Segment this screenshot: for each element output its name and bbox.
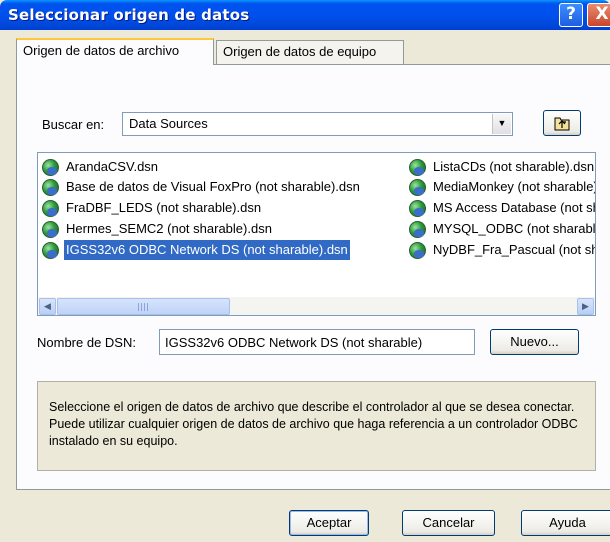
folder-up-icon: [554, 117, 570, 131]
window-title: Seleccionar origen de datos: [8, 6, 250, 24]
new-button[interactable]: Nuevo...: [490, 329, 579, 355]
info-text: Seleccione el origen de datos de archivo…: [49, 400, 578, 448]
odbc-dsn-icon: [42, 200, 59, 217]
info-box: Seleccione el origen de datos de archivo…: [37, 381, 596, 471]
scroll-thumb[interactable]: [57, 298, 230, 315]
odbc-dsn-icon: [409, 159, 426, 176]
odbc-dsn-icon: [409, 200, 426, 217]
odbc-dsn-icon: [409, 179, 426, 196]
tab-file-dsn[interactable]: Origen de datos de archivo: [16, 38, 214, 65]
tab-machine-dsn[interactable]: Origen de datos de equipo: [216, 40, 404, 64]
dsn-name-field[interactable]: [159, 329, 475, 355]
odbc-dsn-icon: [409, 242, 426, 259]
help-title-button[interactable]: ?: [559, 3, 583, 27]
cancel-button[interactable]: Cancelar: [402, 510, 495, 536]
odbc-dsn-icon: [42, 221, 59, 238]
horizontal-scrollbar[interactable]: ◀ ▶: [38, 297, 595, 315]
dsn-name-input[interactable]: [160, 330, 474, 354]
odbc-dsn-icon: [42, 159, 59, 176]
lookin-combo[interactable]: Data Sources ▼: [122, 112, 513, 136]
ok-button[interactable]: Aceptar: [289, 510, 369, 536]
file-list[interactable]: ArandaCSV.dsn Base de datos de Visual Fo…: [37, 152, 596, 316]
lookin-label: Buscar en:: [42, 117, 105, 132]
scroll-left-icon[interactable]: ◀: [39, 298, 56, 315]
folder-up-button[interactable]: [543, 110, 581, 136]
dsn-name-label: Nombre de DSN:: [37, 335, 136, 350]
title-bar: Seleccionar origen de datos ? X: [0, 0, 610, 30]
close-title-button[interactable]: X: [587, 3, 610, 27]
chevron-down-icon[interactable]: ▼: [492, 114, 511, 134]
scroll-right-icon[interactable]: ▶: [577, 298, 594, 315]
odbc-dsn-icon: [409, 221, 426, 238]
lookin-value: Data Sources: [129, 116, 208, 131]
grip-icon: [138, 303, 148, 311]
odbc-dsn-icon: [42, 179, 59, 196]
odbc-dsn-icon: [42, 242, 59, 259]
help-button[interactable]: Ayuda: [521, 510, 610, 536]
